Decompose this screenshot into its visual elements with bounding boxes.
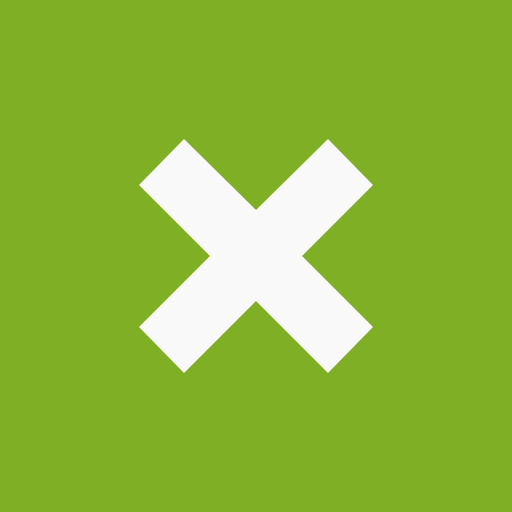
close-tile-button[interactable] (0, 0, 512, 512)
close-icon (0, 0, 512, 512)
